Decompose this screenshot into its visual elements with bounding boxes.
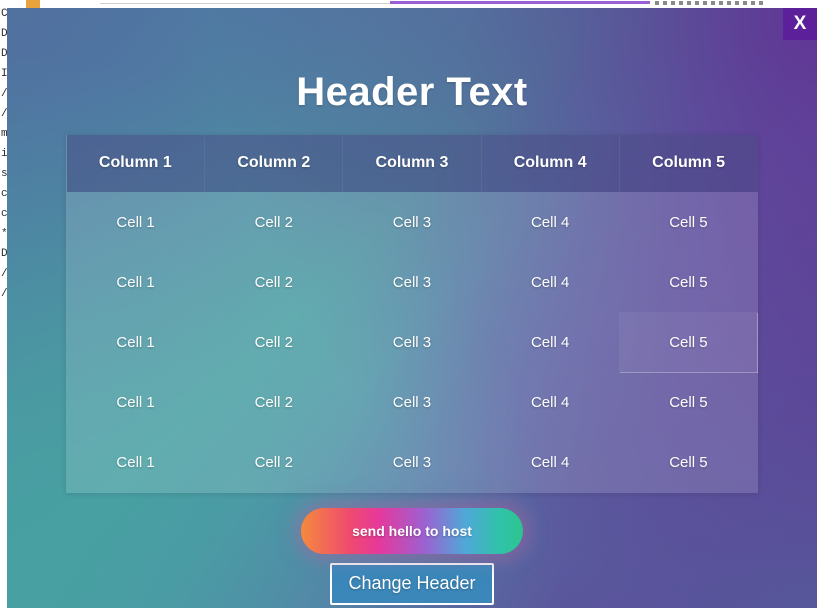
table-cell-highlighted[interactable]: Cell 5 (618, 311, 759, 373)
table-header: Column 1 Column 2 Column 3 Column 4 Colu… (66, 135, 758, 192)
table-column-header-2[interactable]: Column 2 (204, 135, 344, 192)
table-cell[interactable]: Cell 2 (205, 192, 343, 252)
table-cell[interactable]: Cell 5 (619, 192, 757, 252)
strip-chip-dots (655, 1, 763, 5)
table-cell[interactable]: Cell 3 (343, 432, 481, 492)
table-cell[interactable]: Cell 4 (481, 252, 619, 312)
table-column-header-1[interactable]: Column 1 (66, 135, 206, 192)
table-cell[interactable]: Cell 3 (343, 312, 481, 372)
data-table-container: Column 1 Column 2 Column 3 Column 4 Colu… (66, 135, 759, 493)
table-cell[interactable]: Cell 4 (481, 372, 619, 432)
table-row: Cell 1 Cell 2 Cell 3 Cell 4 Cell 5 (67, 192, 758, 252)
table-cell[interactable]: Cell 1 (67, 252, 205, 312)
send-hello-to-host-button[interactable]: send hello to host (301, 507, 523, 554)
strip-chip-line (100, 3, 390, 4)
table-cell[interactable]: Cell 1 (67, 432, 205, 492)
table-cell[interactable]: Cell 4 (481, 432, 619, 492)
change-header-button[interactable]: Change Header (330, 562, 494, 605)
table-cell[interactable]: Cell 4 (481, 312, 619, 372)
table-cell[interactable]: Cell 2 (205, 372, 343, 432)
table-cell[interactable]: Cell 3 (343, 372, 481, 432)
table-cell[interactable]: Cell 2 (205, 252, 343, 312)
close-icon[interactable]: X (783, 8, 817, 40)
table-cell[interactable]: Cell 4 (481, 192, 619, 252)
table-cell[interactable]: Cell 2 (205, 312, 343, 372)
table-cell[interactable]: Cell 5 (619, 372, 757, 432)
table-column-header-4[interactable]: Column 4 (481, 135, 620, 192)
page-root: C D D I / / m i s c c * D / / X Header Text Column 1 C… (0, 0, 817, 608)
data-table: Column 1 Column 2 Column 3 Column 4 Colu… (66, 135, 759, 493)
table-row: Cell 1 Cell 2 Cell 3 Cell 4 Cell 5 (67, 432, 758, 492)
table-cell[interactable]: Cell 2 (205, 432, 343, 492)
table-cell[interactable]: Cell 5 (619, 432, 757, 492)
table-cell[interactable]: Cell 3 (343, 252, 481, 312)
table-cell[interactable]: Cell 1 (67, 312, 205, 372)
background-top-strip (0, 0, 817, 8)
table-row: Cell 1 Cell 2 Cell 3 Cell 4 Cell 5 (67, 372, 758, 432)
table-cell[interactable]: Cell 1 (67, 192, 205, 252)
table-header-row: Column 1 Column 2 Column 3 Column 4 Colu… (66, 135, 758, 192)
table-column-header-3[interactable]: Column 3 (342, 135, 482, 192)
table-cell[interactable]: Cell 5 (619, 252, 757, 312)
table-cell[interactable]: Cell 1 (67, 372, 205, 432)
table-body: Cell 1 Cell 2 Cell 3 Cell 4 Cell 5 Cell … (67, 192, 759, 492)
modal-dialog: X Header Text Column 1 Column 2 Column 3… (7, 8, 817, 608)
table-cell[interactable]: Cell 3 (343, 192, 481, 252)
table-column-header-5[interactable]: Column 5 (619, 135, 758, 192)
table-row: Cell 1 Cell 2 Cell 3 Cell 4 Cell 5 (67, 252, 758, 312)
page-title: Header Text (296, 70, 528, 114)
strip-chip-orange (26, 0, 40, 8)
button-bar: send hello to host Change Header (7, 507, 817, 605)
table-row: Cell 1 Cell 2 Cell 3 Cell 4 Cell 5 (67, 311, 759, 373)
strip-chip-violet (390, 1, 650, 4)
